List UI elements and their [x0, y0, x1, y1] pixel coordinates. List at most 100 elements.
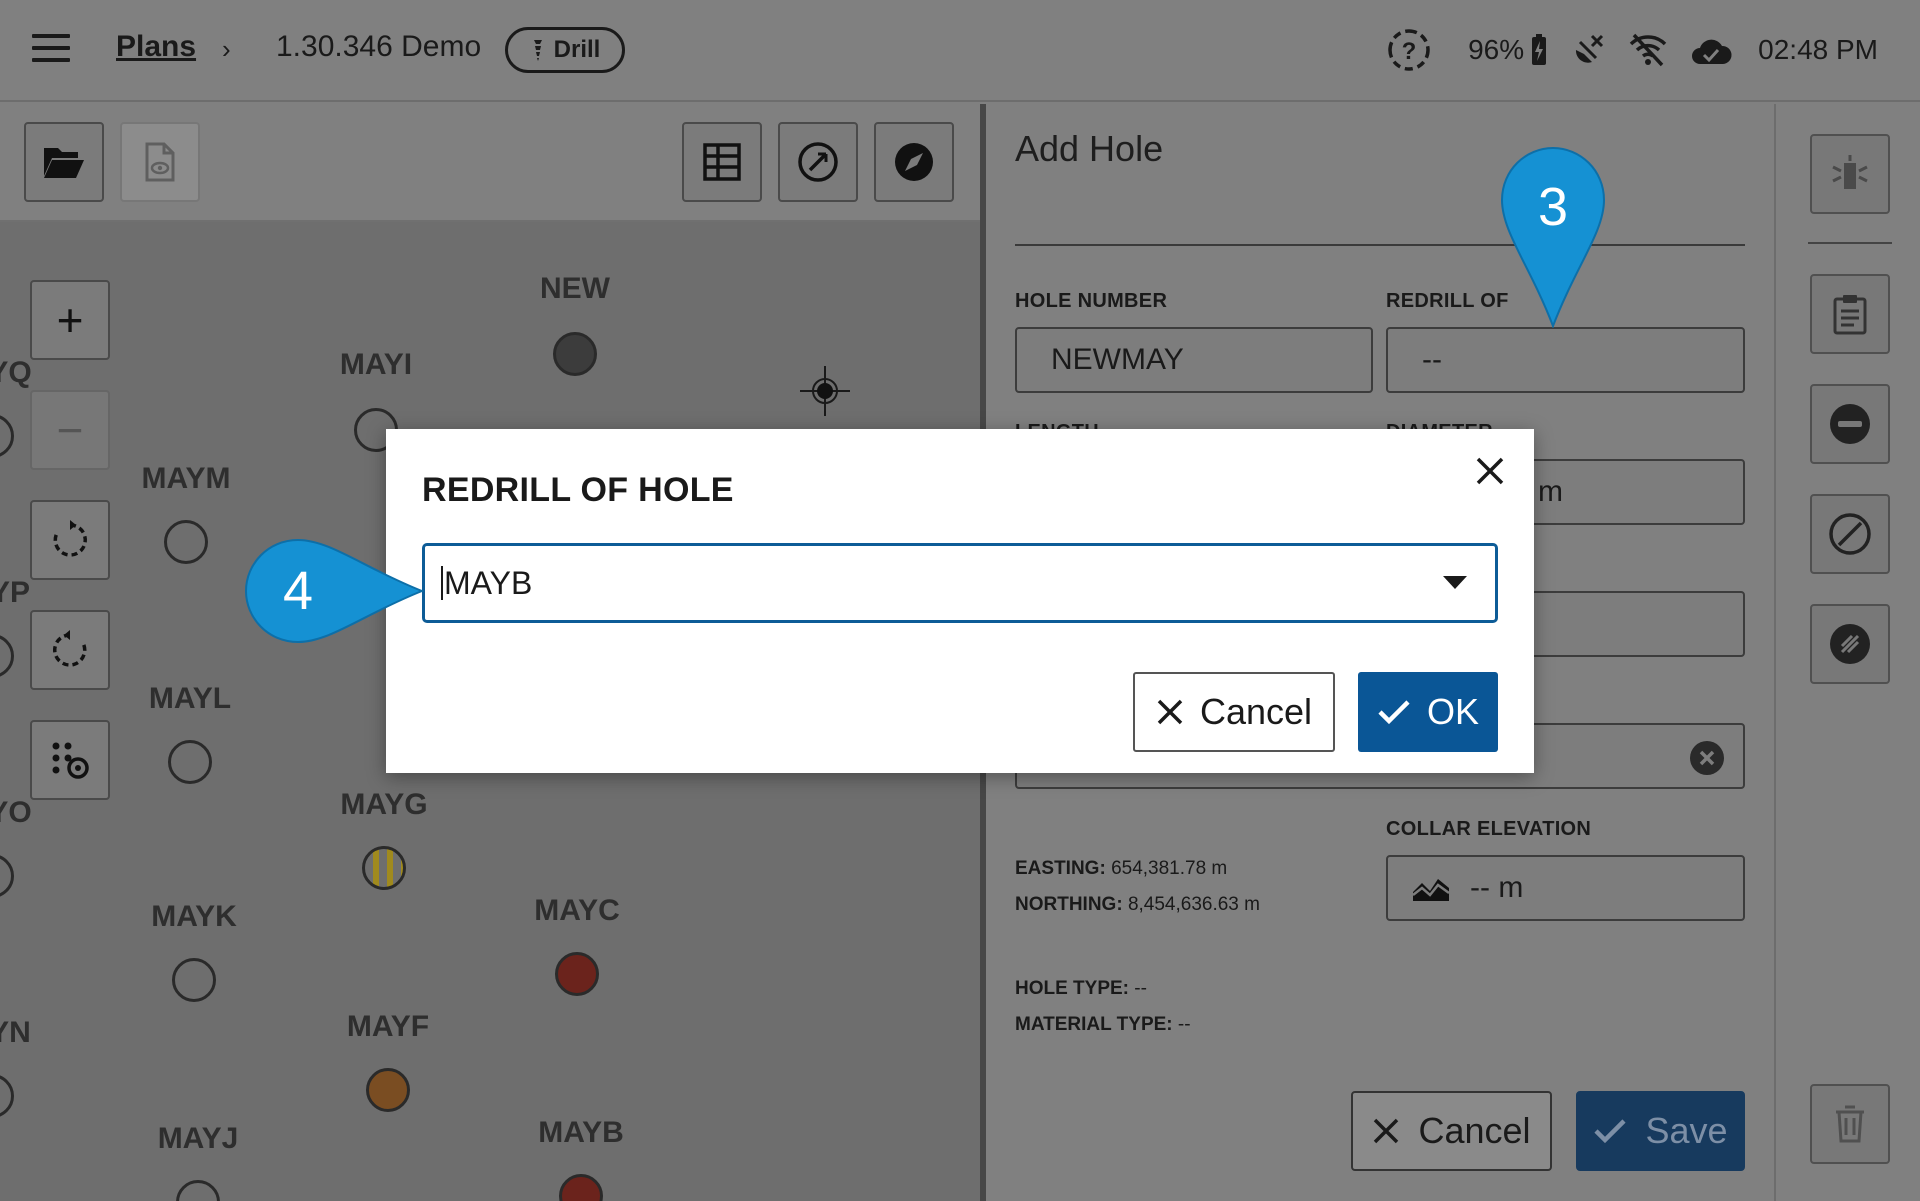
checkmark-icon — [1594, 1119, 1627, 1144]
mode-badge: Drill — [505, 27, 625, 73]
step-4-callout: 4 — [244, 536, 424, 646]
terrain-icon — [1412, 879, 1450, 901]
hole-marker[interactable] — [0, 1074, 14, 1118]
gps-off-icon — [1576, 34, 1604, 63]
hole-label: MAYM — [141, 462, 231, 495]
disable-hole-button[interactable] — [1810, 604, 1890, 684]
collar-elevation-input[interactable]: -- m — [1386, 855, 1745, 921]
northing-label: NORTHING: — [1015, 894, 1123, 915]
hole-label: NEW — [540, 272, 610, 305]
hole-marker[interactable] — [362, 846, 406, 890]
dialog-cancel-button[interactable]: Cancel — [1133, 672, 1335, 752]
minus-circle-icon — [1830, 404, 1870, 444]
hole-type-value: -- — [1134, 978, 1147, 999]
hole-marker[interactable] — [553, 332, 597, 376]
panel-cancel-label: Cancel — [1418, 1110, 1531, 1151]
save-button[interactable]: Save — [1576, 1091, 1745, 1171]
breadcrumb-plans-link[interactable]: Plans — [116, 30, 196, 64]
dialog-ok-button[interactable]: OK — [1358, 672, 1498, 752]
pattern-settings-button[interactable] — [30, 720, 110, 800]
redrill-of-hole-dialog: REDRILL OF HOLE MAYB Cancel OK — [386, 429, 1534, 773]
diameter-unit: m — [1538, 475, 1563, 508]
redrill-of-input[interactable]: -- — [1386, 327, 1745, 393]
redrill-of-label: REDRILL OF — [1386, 290, 1509, 312]
view-document-button[interactable] — [120, 122, 200, 202]
hole-marker[interactable] — [0, 414, 14, 458]
clear-icon[interactable] — [1689, 740, 1725, 776]
wifi-off-icon — [1629, 33, 1667, 67]
close-icon — [1157, 699, 1183, 725]
trash-icon — [1836, 1105, 1864, 1143]
chevron-down-icon[interactable] — [1443, 576, 1467, 589]
hole-label: MAYG — [340, 788, 428, 821]
top-bar: Plans › 1.30.346 Demo Drill ? 96% 02:48 … — [0, 0, 1920, 102]
material-type-label: MATERIAL TYPE: — [1015, 1014, 1173, 1035]
redrill-hole-select[interactable]: MAYB — [422, 543, 1498, 623]
cloud-synced-icon — [1692, 39, 1732, 64]
hole-marker[interactable] — [172, 958, 216, 1002]
zoom-out-button[interactable]: − — [30, 390, 110, 470]
zoom-in-button[interactable]: + — [30, 280, 110, 360]
material-type-info: MATERIAL TYPE: -- — [1015, 1014, 1191, 1036]
checkmark-icon — [1378, 700, 1410, 725]
battery-charging-icon — [1532, 34, 1547, 65]
hole-type-info: HOLE TYPE: -- — [1015, 978, 1147, 1000]
svg-text:?: ? — [1402, 38, 1417, 65]
remove-hole-button[interactable] — [1810, 384, 1890, 464]
hole-label: YQ — [0, 356, 32, 389]
hole-marker[interactable] — [0, 854, 14, 898]
status-area: ? 96% 02:48 PM — [1386, 22, 1878, 78]
step-4-number: 4 — [282, 561, 314, 621]
rotate-counterclockwise-button[interactable] — [30, 610, 110, 690]
hole-marker[interactable] — [164, 520, 208, 564]
hole-number-input[interactable]: NEWMAY — [1015, 327, 1373, 393]
hamburger-menu-icon[interactable] — [32, 34, 70, 64]
text-cursor — [441, 566, 443, 600]
hole-label: MAYF — [346, 1010, 430, 1043]
breadcrumb-plan-name: 1.30.346 Demo — [276, 30, 482, 63]
collar-elevation-value: -- m — [1470, 871, 1524, 904]
hole-type-label: HOLE TYPE: — [1015, 978, 1130, 999]
hole-label: MAYJ — [157, 1122, 239, 1155]
blast-hole-icon — [1832, 155, 1868, 189]
hole-marker[interactable] — [0, 634, 14, 678]
rotate-ccw-icon — [53, 630, 87, 667]
dialog-cancel-label: Cancel — [1199, 691, 1313, 732]
hole-label: MAYB — [538, 1116, 624, 1149]
hole-marker[interactable] — [176, 1180, 220, 1201]
dialog-title: REDRILL OF HOLE — [422, 471, 734, 509]
panel-cancel-button[interactable]: Cancel — [1351, 1091, 1552, 1171]
close-icon — [1476, 457, 1504, 485]
abandon-hole-button[interactable] — [1810, 494, 1890, 574]
easting-label: EASTING: — [1015, 858, 1106, 879]
grid-view-button[interactable] — [682, 122, 762, 202]
open-folder-button[interactable] — [24, 122, 104, 202]
hole-label: MAYL — [148, 682, 232, 715]
hole-label: YO — [0, 796, 32, 829]
highlight-hole-button[interactable] — [1810, 134, 1890, 214]
delete-button[interactable] — [1810, 1084, 1890, 1164]
panel-title: Add Hole — [1015, 128, 1164, 169]
compass-outline-icon — [798, 142, 838, 182]
notes-button[interactable] — [1810, 274, 1890, 354]
measure-button[interactable] — [778, 122, 858, 202]
rotate-clockwise-button[interactable] — [30, 500, 110, 580]
document-eye-icon — [145, 142, 175, 182]
crosshair-icon — [800, 366, 850, 416]
folder-open-icon — [44, 148, 84, 178]
battery-percent: 96% — [1468, 34, 1525, 65]
hole-marker[interactable] — [366, 1068, 410, 1112]
easting-info: EASTING: 654,381.78 m — [1015, 858, 1227, 880]
navigation-button[interactable] — [874, 122, 954, 202]
plus-icon: + — [56, 294, 84, 346]
step-3-callout: 3 — [1498, 146, 1608, 328]
northing-info: NORTHING: 8,454,636.63 m — [1015, 894, 1260, 916]
help-icon[interactable]: ? — [1386, 27, 1432, 73]
compass-filled-icon — [895, 143, 933, 181]
dialog-close-button[interactable] — [1468, 449, 1512, 493]
hole-marker[interactable] — [168, 740, 212, 784]
hole-marker[interactable] — [559, 1174, 603, 1201]
minus-icon: − — [56, 404, 84, 456]
collar-elevation-label: COLLAR ELEVATION — [1386, 818, 1592, 840]
hole-marker[interactable] — [555, 952, 599, 996]
